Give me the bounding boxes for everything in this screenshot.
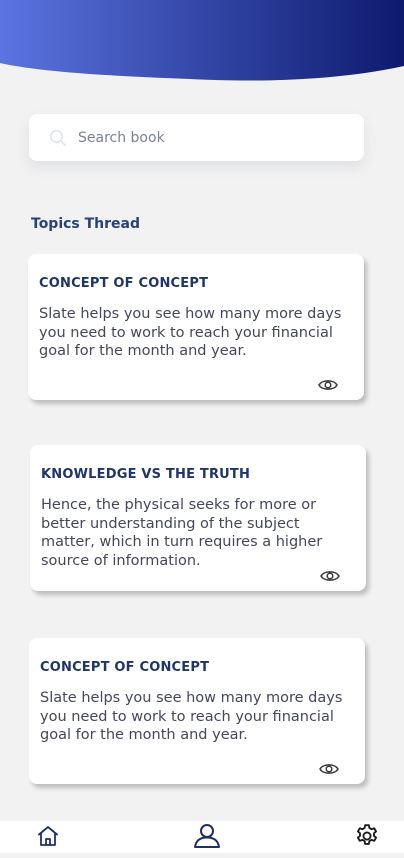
eye-icon[interactable]	[320, 569, 340, 583]
eye-icon[interactable]	[318, 378, 338, 392]
section-title: Topics Thread	[31, 216, 141, 232]
search-icon	[49, 129, 66, 146]
topic-card[interactable]: CONCEPT OF CONCEPT Slate helps you see h…	[29, 638, 365, 784]
card-body: Slate helps you see how many more days y…	[40, 690, 343, 743]
card-title: KNOWLEDGE VS THE TRUTH	[41, 467, 251, 482]
card-body: Slate helps you see how many more days y…	[39, 306, 342, 359]
card-title: CONCEPT OF CONCEPT	[39, 276, 209, 291]
nav-home-button[interactable]	[34, 821, 62, 851]
profile-icon	[194, 824, 220, 848]
topic-card[interactable]: KNOWLEDGE VS THE TRUTH Hence, the physic…	[30, 445, 366, 591]
search-placeholder: Search book	[78, 129, 165, 146]
home-icon	[38, 826, 58, 846]
eye-icon[interactable]	[319, 762, 339, 776]
header-wave	[0, 0, 404, 81]
bottom-nav	[0, 821, 404, 853]
search-input[interactable]: Search book	[29, 114, 364, 161]
nav-settings-button[interactable]	[352, 821, 382, 851]
settings-icon	[356, 824, 378, 845]
nav-profile-button[interactable]	[190, 821, 224, 851]
card-title: CONCEPT OF CONCEPT	[40, 660, 210, 675]
topic-card[interactable]: CONCEPT OF CONCEPT Slate helps you see h…	[28, 254, 364, 400]
card-body: Hence, the physical seeks for more or be…	[41, 497, 323, 569]
